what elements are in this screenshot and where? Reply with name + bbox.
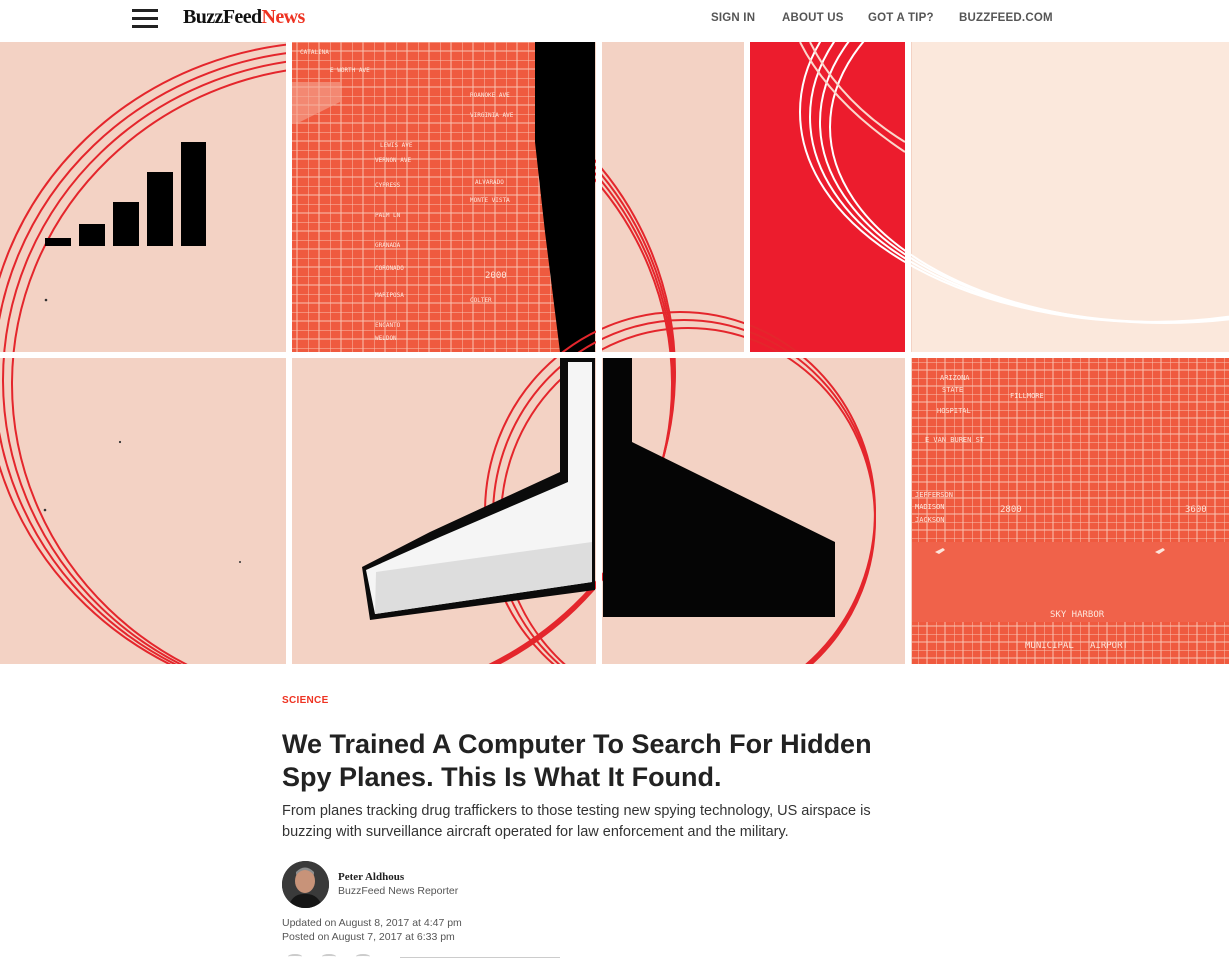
map-label: LEWIS AVE [380,142,413,149]
share-bar [282,954,582,959]
author-name[interactable]: Peter Aldhous [338,871,404,883]
nav-about-us[interactable]: ABOUT US [782,12,844,24]
map-label: ROANOKE AVE [470,92,510,99]
map-label: ALVARADO [475,179,504,186]
map-label: COLTER [470,297,492,304]
map-label: STATE [942,386,963,394]
menu-icon[interactable] [132,9,158,29]
logo-accent: News [261,6,306,28]
map-number: 2800 [1000,505,1022,515]
nav-sign-in[interactable]: SIGN IN [711,12,755,24]
map-label: JEFFERSON [915,491,953,499]
map-label: HOSPITAL [937,407,971,415]
map-label: PALM LN [375,212,401,219]
site-header: BuzzFeedNews SIGN IN ABOUT US GOT A TIP?… [0,0,1229,42]
map-label: MONTE VISTA [470,197,510,204]
site-logo[interactable]: BuzzFeedNews [183,6,305,29]
map-label: VERNON AVE [375,157,412,164]
map-label: MARIPOSA [375,292,404,299]
map-label: CORONADO [375,265,404,272]
map-label: AIRPORT [1090,641,1129,651]
map-label: CATALINA [300,49,329,56]
map-label: MUNICIPAL [1025,641,1074,651]
map-label: MADISON [915,503,945,511]
author-title: BuzzFeed News Reporter [338,885,459,897]
share-icon[interactable] [288,954,302,959]
logo-main: BuzzFeed [183,6,262,28]
hero-image: CATALINA E WORTH AVE ROANOKE AVE VIRGINI… [0,42,1229,664]
nav-got-a-tip[interactable]: GOT A TIP? [868,12,934,24]
map-label: CYPRESS [375,182,401,189]
share-icon[interactable] [356,954,370,959]
map-label: ENCANTO [375,322,401,329]
map-label: ARIZONA [940,374,970,382]
nav-buzzfeed-com[interactable]: BUZZFEED.COM [959,12,1053,24]
category-label[interactable]: SCIENCE [282,695,329,706]
share-icon[interactable] [322,954,336,959]
map-label: VIRGINIA AVE [470,112,514,119]
author-avatar[interactable] [282,861,329,908]
divider [400,957,560,958]
map-label: E WORTH AVE [330,67,370,74]
article-dek: From planes tracking drug traffickers to… [282,803,871,840]
map-label: WELDON [375,335,397,342]
updated-timestamp: Updated on August 8, 2017 at 4:47 pm [282,917,462,929]
map-label: JACKSON [915,516,945,524]
map-number: 2000 [485,271,507,281]
map-label: GRANADA [375,242,401,249]
map-label: FILLMORE [1010,392,1044,400]
article-title: We Trained A Computer To Search For Hidd… [282,729,872,792]
map-number: 3600 [1185,505,1207,515]
posted-timestamp: Posted on August 7, 2017 at 6:33 pm [282,931,455,943]
map-label: SKY HARBOR [1050,610,1105,620]
map-label: E VAN BUREN ST [925,436,985,444]
